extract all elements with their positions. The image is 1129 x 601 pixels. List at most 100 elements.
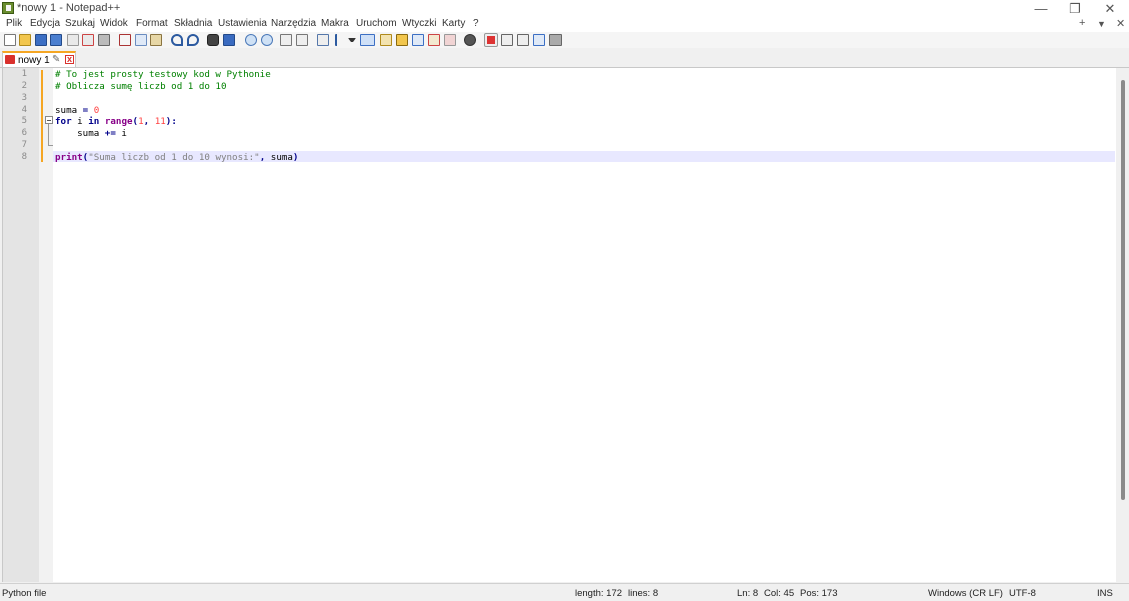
status-bar: Python file length: 172 lines: 8 Ln: 8 C… [0, 583, 1129, 601]
folder-workspace-icon[interactable] [428, 34, 440, 46]
menu-karty[interactable]: Karty [442, 18, 465, 29]
function-list-icon[interactable] [412, 34, 424, 46]
menu-skladnia[interactable]: Składnia [174, 18, 212, 29]
doc-map-icon[interactable] [396, 34, 408, 46]
code-token: 0 [93, 105, 100, 116]
indent-guide-icon[interactable] [360, 34, 375, 46]
copy-icon[interactable] [135, 34, 147, 46]
save-icon[interactable] [35, 34, 47, 46]
line-number: 5 [21, 116, 27, 126]
status-lines: lines: 8 [628, 588, 659, 599]
menu-format[interactable]: Format [136, 18, 168, 29]
close-document-button[interactable]: ✕ [1116, 17, 1125, 30]
close-tab-icon[interactable]: x [65, 55, 74, 64]
paste-icon[interactable] [150, 34, 162, 46]
run-macro-multiple-icon[interactable] [517, 34, 529, 46]
status-length: length: 172 [575, 588, 623, 599]
menu-wtyczki[interactable]: Wtyczki [402, 18, 436, 29]
replace-icon[interactable] [223, 34, 235, 46]
scrollbar-thumb[interactable] [1121, 80, 1125, 500]
open-file-icon[interactable] [19, 34, 31, 46]
find-icon[interactable] [207, 34, 219, 46]
fold-toggle-icon[interactable] [45, 116, 53, 124]
menu-edycja[interactable]: Edycja [30, 18, 60, 29]
stop-record-icon[interactable] [484, 33, 498, 47]
zoom-in-icon[interactable] [245, 34, 257, 46]
line-number: 7 [21, 140, 27, 150]
code-token: += [104, 128, 116, 139]
line-number-gutter: 1 2 3 4 5 6 7 8 [3, 68, 39, 582]
status-col: Col: 45 [764, 588, 795, 599]
menu-bar: Plik Edycja Szukaj Widok Format Składnia… [0, 17, 1129, 32]
pin-icon[interactable]: ✎ [52, 54, 60, 65]
code-line[interactable]: suma += i [55, 128, 127, 139]
print-icon[interactable] [98, 34, 110, 46]
title-bar: *nowy 1 - Notepad++ — ❐ ✕ [0, 0, 1129, 17]
code-token: # To jest prosty testowy kod w Pythonie [55, 69, 271, 80]
status-encoding[interactable]: UTF-8 [1009, 588, 1036, 599]
play-macro-icon[interactable] [501, 34, 513, 46]
cut-icon[interactable] [119, 34, 131, 46]
line-number: 3 [21, 93, 27, 103]
menu-ustawienia[interactable]: Ustawienia [218, 18, 267, 29]
status-insert-mode[interactable]: INS [1097, 588, 1113, 599]
code-line[interactable]: # Oblicza sumę liczb od 1 do 10 [55, 81, 226, 92]
menu-help[interactable]: ? [473, 18, 479, 29]
menu-widok[interactable]: Widok [100, 18, 128, 29]
record-macro-icon[interactable] [464, 34, 476, 46]
tab-label: nowy 1 [18, 55, 50, 66]
code-line[interactable]: print("Suma liczb od 1 do 10 wynosi:", s… [55, 152, 298, 163]
code-token: i [115, 128, 127, 139]
restore-button[interactable]: ❐ [1058, 0, 1092, 17]
save-macro-icon[interactable] [533, 34, 545, 46]
status-file-type: Python file [2, 588, 47, 599]
tab-nowy-1[interactable]: nowy 1 ✎ x [2, 51, 76, 67]
close-all-icon[interactable] [82, 34, 94, 46]
window-title: *nowy 1 - Notepad++ [17, 2, 121, 14]
zoom-out-icon[interactable] [261, 34, 273, 46]
close-window-button[interactable]: ✕ [1093, 0, 1127, 17]
menu-szukaj[interactable]: Szukaj [65, 18, 95, 29]
new-file-icon[interactable] [4, 34, 16, 46]
new-tab-button[interactable]: + [1079, 17, 1085, 29]
tab-list-button[interactable]: ▼ [1097, 19, 1106, 29]
show-all-chars-icon[interactable] [335, 34, 343, 46]
word-wrap-icon[interactable] [317, 34, 329, 46]
undo-icon[interactable] [171, 34, 183, 46]
sync-h-icon[interactable] [296, 34, 308, 46]
code-line[interactable]: suma = 0 [55, 105, 99, 116]
code-token: range [104, 116, 133, 127]
line-number: 6 [21, 128, 27, 138]
code-token: ) [292, 152, 299, 163]
menu-uruchom[interactable]: Uruchom [356, 18, 397, 29]
dropdown-icon[interactable] [348, 38, 356, 44]
code-line[interactable]: for i in range(1, 11): [55, 116, 177, 127]
editor-area[interactable]: 1 2 3 4 5 6 7 8 # To jest prosty testowy… [2, 68, 1129, 582]
status-ln: Ln: 8 [737, 588, 759, 599]
close-icon[interactable] [67, 34, 79, 46]
minimize-button[interactable]: — [1024, 0, 1058, 17]
save-all-icon[interactable] [50, 34, 62, 46]
fold-line [48, 124, 49, 146]
monitoring-icon[interactable] [444, 34, 456, 46]
save-macro-icon[interactable] [549, 34, 562, 46]
line-number: 1 [21, 69, 27, 79]
menu-makra[interactable]: Makra [321, 18, 349, 29]
fold-line-end [48, 145, 53, 146]
code-line[interactable]: # To jest prosty testowy kod w Pythonie [55, 69, 271, 80]
code-token: suma [55, 105, 83, 116]
line-number: 8 [21, 152, 27, 162]
udl-icon[interactable] [380, 34, 392, 46]
code-token: 11 [154, 116, 166, 127]
change-history-bar [41, 70, 43, 162]
status-pos: Pos: 173 [800, 588, 838, 599]
menu-plik[interactable]: Plik [6, 18, 22, 29]
redo-icon[interactable] [187, 34, 199, 46]
status-eol[interactable]: Windows (CR LF) [928, 588, 1003, 599]
code-token: "Suma liczb od 1 do 10 wynosi:" [88, 152, 260, 163]
code-token: for [55, 116, 72, 127]
code-token: # Oblicza sumę liczb od 1 do 10 [55, 81, 227, 92]
sync-v-icon[interactable] [280, 34, 292, 46]
vertical-scrollbar[interactable] [1116, 68, 1129, 582]
menu-narzedzia[interactable]: Narzędzia [271, 18, 316, 29]
